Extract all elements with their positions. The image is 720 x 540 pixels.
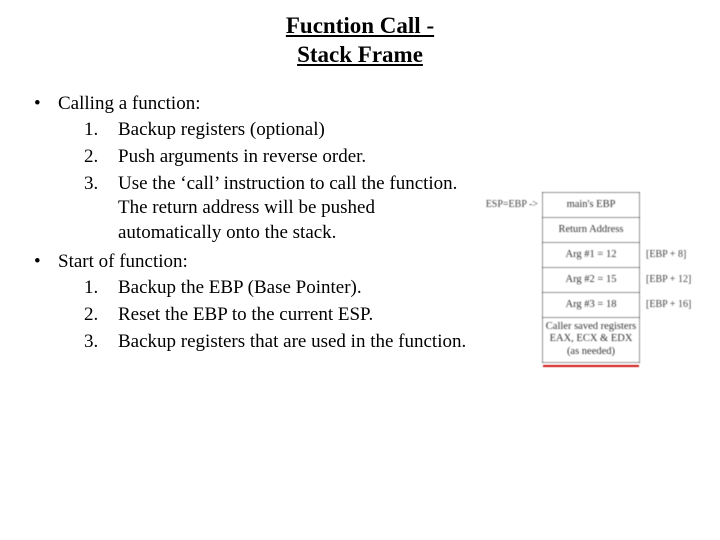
bullet-lead: Calling a function: bbox=[58, 93, 200, 114]
caller-saved-line: Caller saved registers bbox=[546, 321, 636, 332]
empty-left-label bbox=[480, 267, 543, 292]
list-item: Reset the EBP to the current ESP. bbox=[84, 303, 474, 328]
slide: Fucntion Call - Stack Frame Calling a fu… bbox=[0, 0, 720, 540]
list-item: Backup registers (optional) bbox=[84, 118, 474, 143]
numbered-list: Backup registers (optional) Push argumen… bbox=[58, 118, 474, 245]
esp-ebp-pointer-label: ESP=EBP -> bbox=[480, 192, 543, 217]
offset-label bbox=[640, 192, 693, 217]
bullet-item: Calling a function: Backup registers (op… bbox=[28, 92, 474, 246]
stack-diagram: ESP=EBP -> main's EBP Return Address Arg… bbox=[480, 192, 692, 367]
table-row: Return Address bbox=[480, 217, 692, 242]
empty-right-label bbox=[640, 317, 693, 362]
table-row bbox=[480, 362, 692, 367]
stack-table: ESP=EBP -> main's EBP Return Address Arg… bbox=[480, 192, 692, 367]
offset-label bbox=[640, 217, 693, 242]
table-row: ESP=EBP -> main's EBP bbox=[480, 192, 692, 217]
caller-saved-line: (as needed) bbox=[567, 346, 615, 357]
stack-cell: Arg #2 = 15 bbox=[543, 267, 640, 292]
stack-cell: Return Address bbox=[543, 217, 640, 242]
empty-right-label bbox=[640, 362, 693, 367]
table-row: Arg #2 = 15 [EBP + 12] bbox=[480, 267, 692, 292]
content-row: Calling a function: Backup registers (op… bbox=[28, 92, 692, 367]
slide-title: Fucntion Call - Stack Frame bbox=[28, 12, 692, 70]
table-row: Caller saved registers EAX, ECX & EDX (a… bbox=[480, 317, 692, 362]
stack-bottom-red-line bbox=[543, 362, 640, 367]
stack-cell: Arg #1 = 12 bbox=[543, 242, 640, 267]
list-item: Push arguments in reverse order. bbox=[84, 145, 474, 170]
stack-cell: Arg #3 = 18 bbox=[543, 292, 640, 317]
empty-left-label bbox=[480, 242, 543, 267]
table-row: Arg #1 = 12 [EBP + 8] bbox=[480, 242, 692, 267]
bullet-item: Start of function: Backup the EBP (Base … bbox=[28, 250, 474, 355]
bullet-list: Calling a function: Backup registers (op… bbox=[28, 92, 474, 355]
title-line-2: Stack Frame bbox=[297, 42, 423, 67]
offset-label: [EBP + 8] bbox=[640, 242, 693, 267]
empty-left-label bbox=[480, 362, 543, 367]
offset-label: [EBP + 16] bbox=[640, 292, 693, 317]
numbered-list: Backup the EBP (Base Pointer). Reset the… bbox=[58, 276, 474, 354]
table-row: Arg #3 = 18 [EBP + 16] bbox=[480, 292, 692, 317]
stack-cell: main's EBP bbox=[543, 192, 640, 217]
list-item: Backup registers that are used in the fu… bbox=[84, 330, 474, 355]
empty-left-label bbox=[480, 317, 543, 362]
list-item: Backup the EBP (Base Pointer). bbox=[84, 276, 474, 301]
stack-cell-caller-saved: Caller saved registers EAX, ECX & EDX (a… bbox=[543, 317, 640, 362]
title-line-1: Fucntion Call - bbox=[286, 13, 434, 38]
bullet-lead: Start of function: bbox=[58, 251, 188, 272]
empty-left-label bbox=[480, 217, 543, 242]
caller-saved-line: EAX, ECX & EDX bbox=[550, 333, 633, 344]
offset-label: [EBP + 12] bbox=[640, 267, 693, 292]
list-item: Use the ‘call’ instruction to call the f… bbox=[84, 172, 474, 246]
text-column: Calling a function: Backup registers (op… bbox=[28, 92, 478, 359]
empty-left-label bbox=[480, 292, 543, 317]
red-divider-icon bbox=[543, 365, 639, 367]
